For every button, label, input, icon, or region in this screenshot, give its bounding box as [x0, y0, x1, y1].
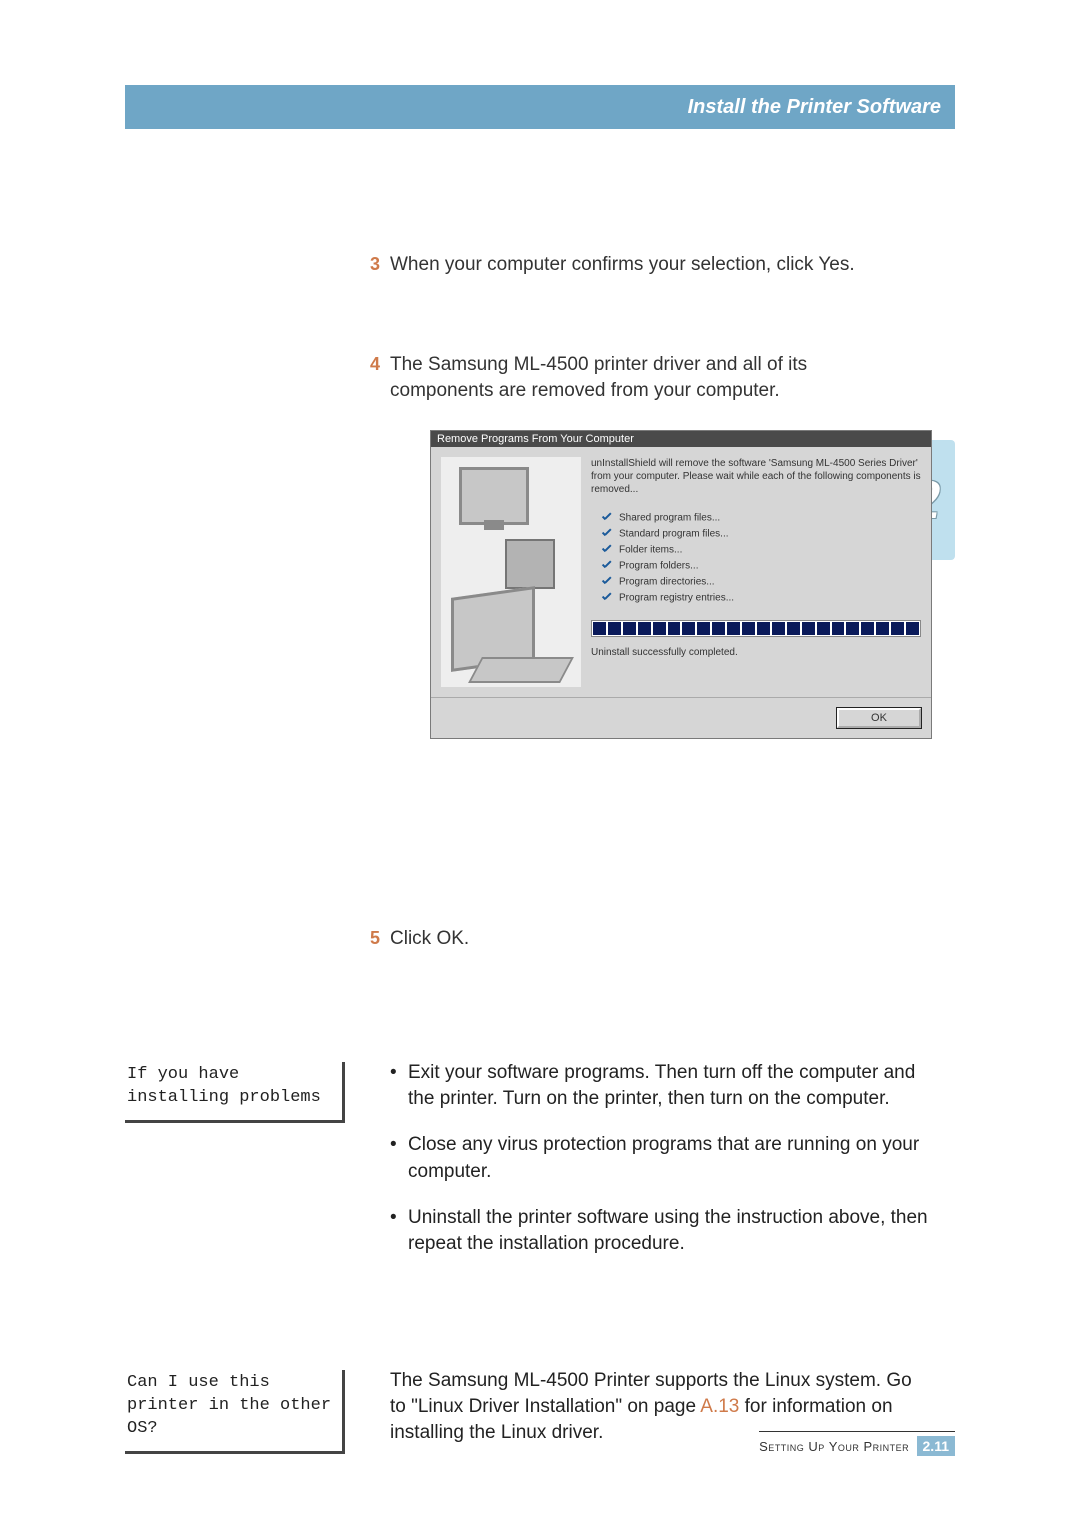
- check-icon: [601, 528, 613, 540]
- page-footer: Setting Up Your Printer 2.11: [759, 1431, 955, 1456]
- page-number-badge: 2.11: [917, 1436, 956, 1456]
- bullet-text: Exit your software programs. Then turn o…: [408, 1062, 915, 1109]
- keyboard-icon: [468, 657, 574, 683]
- bullet-item: Uninstall the printer software using the…: [390, 1205, 930, 1257]
- uninstall-dialog: Remove Programs From Your Computer unIns…: [430, 430, 932, 739]
- bullet-text: Uninstall the printer software using the…: [408, 1207, 928, 1254]
- step-text: When your computer confirms your selecti…: [390, 254, 855, 275]
- section-title: Install the Printer Software: [688, 85, 941, 129]
- step-number: 4: [370, 352, 380, 377]
- bullet-item: Exit your software programs. Then turn o…: [390, 1060, 930, 1112]
- step-text: The Samsung ML-4500 printer driver and a…: [390, 354, 807, 401]
- check-icon: [601, 592, 613, 604]
- step-number: 3: [370, 252, 380, 277]
- checklist-item: Standard program files...: [601, 526, 921, 542]
- step-number: 5: [370, 926, 380, 951]
- bullet-text: Close any virus protection programs that…: [408, 1134, 919, 1181]
- callout-installing-problems: If you have installing problems: [125, 1062, 345, 1123]
- footer-rule: Setting Up Your Printer 2.11: [759, 1431, 955, 1456]
- check-icon: [601, 576, 613, 588]
- floppy-icon: [505, 539, 555, 589]
- dialog-illustration: [441, 457, 581, 687]
- dialog-status-text: Uninstall successfully completed.: [591, 645, 921, 664]
- dialog-checklist: Shared program files... Standard program…: [591, 510, 921, 606]
- troubleshooting-list: Exit your software programs. Then turn o…: [390, 1060, 930, 1277]
- step-5: 5 Click OK.: [390, 926, 890, 952]
- checklist-item: Program registry entries...: [601, 590, 921, 606]
- checklist-item: Shared program files...: [601, 510, 921, 526]
- checklist-label: Standard program files...: [619, 529, 729, 540]
- section-header-bar: Install the Printer Software: [125, 85, 955, 129]
- computer-illustration: [441, 457, 581, 687]
- check-icon: [601, 560, 613, 572]
- page-section: 2.: [923, 1438, 935, 1454]
- checklist-label: Program directories...: [619, 577, 715, 588]
- check-icon: [601, 512, 613, 524]
- page-number: 11: [934, 1438, 949, 1454]
- dialog-body: unInstallShield will remove the software…: [431, 447, 931, 697]
- callout-text: Can I use this printer in the other OS?: [127, 1373, 331, 1438]
- checklist-item: Program folders...: [601, 558, 921, 574]
- monitor-icon: [459, 467, 529, 525]
- step-4: 4 The Samsung ML-4500 printer driver and…: [390, 352, 890, 404]
- checklist-item: Program directories...: [601, 574, 921, 590]
- dialog-description: unInstallShield will remove the software…: [591, 457, 921, 496]
- checklist-item: Folder items...: [601, 542, 921, 558]
- checklist-label: Program folders...: [619, 561, 698, 572]
- check-icon: [601, 544, 613, 556]
- step-text: Click OK.: [390, 928, 469, 949]
- checklist-label: Program registry entries...: [619, 593, 734, 604]
- ok-button[interactable]: OK: [837, 708, 921, 728]
- footer-label: Setting Up Your Printer: [759, 1439, 909, 1454]
- bullet-item: Close any virus protection programs that…: [390, 1132, 930, 1184]
- dialog-titlebar: Remove Programs From Your Computer: [431, 431, 931, 447]
- step-3: 3 When your computer confirms your selec…: [390, 252, 890, 278]
- page-link[interactable]: A.13: [700, 1396, 739, 1417]
- checklist-label: Folder items...: [619, 545, 682, 556]
- document-page: Install the Printer Software 2 3 When yo…: [0, 0, 1080, 1526]
- progress-bar: [591, 620, 921, 637]
- callout-text: If you have installing problems: [127, 1065, 321, 1107]
- callout-other-os: Can I use this printer in the other OS?: [125, 1370, 345, 1454]
- dialog-right-panel: unInstallShield will remove the software…: [591, 457, 921, 687]
- checklist-label: Shared program files...: [619, 513, 720, 524]
- dialog-footer: OK: [431, 697, 931, 738]
